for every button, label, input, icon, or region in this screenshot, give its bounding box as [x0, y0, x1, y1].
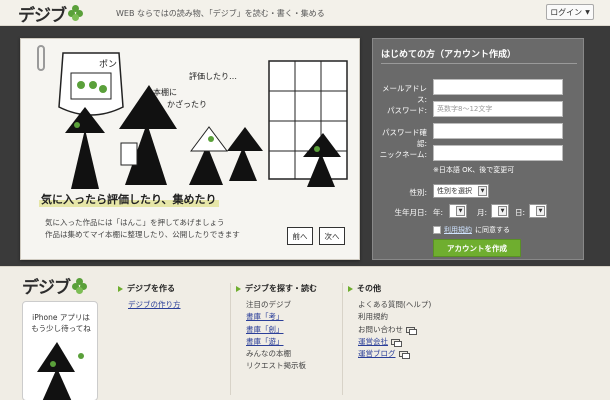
chevron-down-icon: ▼	[478, 186, 487, 196]
nickname-label: ニックネーム:	[379, 150, 427, 159]
external-window-icon	[398, 351, 410, 360]
external-window-icon	[406, 326, 417, 335]
triangle-bullet-icon	[118, 285, 123, 292]
gender-select[interactable]: 性別を選択 ▼	[433, 184, 489, 198]
clover-icon	[77, 81, 85, 89]
logo-text: デジブ	[18, 5, 67, 26]
year-unit: 年:	[433, 208, 444, 217]
password-confirm-field[interactable]	[433, 123, 563, 139]
signup-title: はじめての方（アカウント作成）	[381, 50, 517, 60]
col-title-create: デジブを作る	[127, 284, 175, 293]
site-logo[interactable]: デジブ	[18, 2, 84, 26]
month-select[interactable]: ▼	[491, 204, 509, 218]
signup-divider	[381, 63, 577, 64]
tos-text: に同意する	[475, 226, 510, 234]
footer-col-other: その他 よくある質問(ヘルプ) 利用規約 お問い合わせ 運営会社 運営ブログ	[348, 283, 431, 360]
dob-label: 生年月日:	[394, 208, 427, 217]
clover-icon	[72, 277, 88, 294]
iphone-app-notice: iPhone アプリは もう少し待ってね	[22, 301, 98, 400]
iphone-line-2: もう少し待ってね	[31, 324, 91, 333]
nickname-hint: ※日本語 OK、後で変更可	[433, 166, 515, 174]
sketch-text-3: かざったり	[167, 99, 207, 109]
witch-character-1	[65, 107, 105, 189]
chevron-down-icon: ▼	[585, 8, 590, 16]
footer-link-library-create[interactable]: 書庫「創」	[236, 324, 317, 336]
footer-link-bookshelves[interactable]: みんなの本棚	[236, 348, 317, 360]
footer-link-how-to[interactable]: デジブの作り方	[118, 299, 181, 311]
witch-character-4	[227, 127, 263, 181]
footer-logo[interactable]: デジブ	[22, 273, 88, 298]
prev-slide-button[interactable]: 前へ	[287, 227, 313, 245]
chevron-down-icon: ▼	[536, 206, 545, 216]
triangle-bullet-icon	[236, 285, 241, 292]
day-unit: 日:	[515, 208, 526, 217]
login-label: ログイン	[550, 7, 583, 17]
blog-label: 運営ブログ	[358, 349, 396, 359]
footer-link-faq[interactable]: よくある質問(ヘルプ)	[348, 299, 431, 311]
password-field[interactable]: 英数字8～12文字	[433, 101, 563, 117]
hero-body: 気に入った作品には「はんこ」を押してあげましょう 作品は集めてマイ本棚に整理した…	[45, 217, 285, 241]
footer-logo-text: デジブ	[22, 278, 71, 298]
company-label: 運営会社	[358, 336, 388, 346]
create-account-button[interactable]: アカウントを作成	[433, 239, 521, 257]
chevron-down-icon: ▼	[456, 206, 465, 216]
clover-icon	[68, 5, 84, 21]
contact-label: お問い合わせ	[358, 324, 403, 334]
tos-checkbox[interactable]	[433, 226, 441, 234]
chevron-down-icon: ▼	[498, 206, 507, 216]
tos-link[interactable]: 利用規約	[444, 225, 472, 235]
password-confirm-label: パスワード確認:	[382, 128, 427, 148]
clover-icon	[99, 85, 107, 93]
iphone-line-1: iPhone アプリは	[32, 313, 90, 322]
top-bar: デジブ WEB ならではの読み物、「デジブ」を読む・書く・集める ログイン ▼	[0, 0, 610, 26]
signup-panel: はじめての方（アカウント作成） メールアドレス: パスワード: 英数字8～12文…	[372, 38, 584, 260]
iphone-notice-text: iPhone アプリは もう少し待ってね	[23, 312, 99, 334]
footer-col-create: デジブを作る デジブの作り方	[118, 283, 181, 311]
footer: デジブ iPhone アプリは もう少し待ってね デジブを作る デジブの作り方 …	[0, 266, 610, 400]
next-slide-button[interactable]: 次へ	[319, 227, 345, 245]
witch-mascot	[37, 342, 84, 400]
main-area: ポン 評価したり… 本棚に かざったり 気に入ったら評価したり、集めたり 気に入…	[0, 26, 610, 266]
site-tagline: WEB ならではの読み物、「デジブ」を読む・書く・集める	[116, 9, 325, 18]
hero-headline: 気に入ったら評価したり、集めたり	[39, 191, 219, 207]
footer-link-company[interactable]: 運営会社	[348, 336, 431, 348]
tos-agreement: 利用規約 に同意する	[433, 225, 510, 235]
year-select[interactable]: ▼	[449, 204, 467, 218]
month-unit: 月:	[477, 208, 488, 217]
footer-divider	[230, 283, 231, 395]
footer-link-terms[interactable]: 利用規約	[348, 311, 431, 323]
footer-divider	[342, 283, 343, 395]
footer-link-blog[interactable]: 運営ブログ	[348, 348, 431, 360]
col-title-other: その他	[357, 284, 381, 293]
login-dropdown-button[interactable]: ログイン ▼	[546, 4, 594, 20]
triangle-bullet-icon	[348, 285, 353, 292]
footer-link-request-board[interactable]: リクエスト掲示板	[236, 360, 317, 372]
footer-link-library-play[interactable]: 書庫「遊」	[236, 336, 317, 348]
bookshelf	[268, 60, 348, 180]
sketch-text-2: 本棚に	[153, 87, 177, 97]
footer-link-contact[interactable]: お問い合わせ	[348, 324, 431, 336]
footer-link-featured[interactable]: 注目のデジブ	[236, 299, 317, 311]
footer-col-browse: デジブを探す・読む 注目のデジブ 書庫「考」 書庫「創」 書庫「遊」 みんなの本…	[236, 283, 317, 373]
witch-character-3	[189, 126, 228, 185]
day-select[interactable]: ▼	[529, 204, 547, 218]
hero-body-line-1: 気に入った作品には「はんこ」を押してあげましょう	[45, 218, 225, 227]
hero-illustration: ポン 評価したり… 本棚に かざったり	[58, 52, 348, 189]
hero-slide: ポン 評価したり… 本棚に かざったり 気に入ったら評価したり、集めたり 気に入…	[20, 38, 360, 260]
email-label: メールアドレス:	[382, 84, 427, 104]
gender-select-value: 性別を選択	[437, 187, 472, 195]
email-field[interactable]	[433, 79, 563, 95]
footer-link-library-think[interactable]: 書庫「考」	[236, 311, 317, 323]
clover-icon	[89, 81, 97, 89]
password-label: パスワード:	[386, 106, 427, 115]
hero-body-line-2: 作品は集めてマイ本棚に整理したり、公開したりできます	[45, 230, 240, 239]
col-title-browse: デジブを探す・読む	[245, 284, 317, 293]
external-window-icon	[391, 339, 402, 348]
sketch-text-1: 評価したり…	[189, 71, 237, 81]
sketch-sign: ポン	[99, 59, 117, 70]
nickname-field[interactable]	[433, 145, 563, 161]
gender-label: 性別:	[409, 188, 427, 197]
